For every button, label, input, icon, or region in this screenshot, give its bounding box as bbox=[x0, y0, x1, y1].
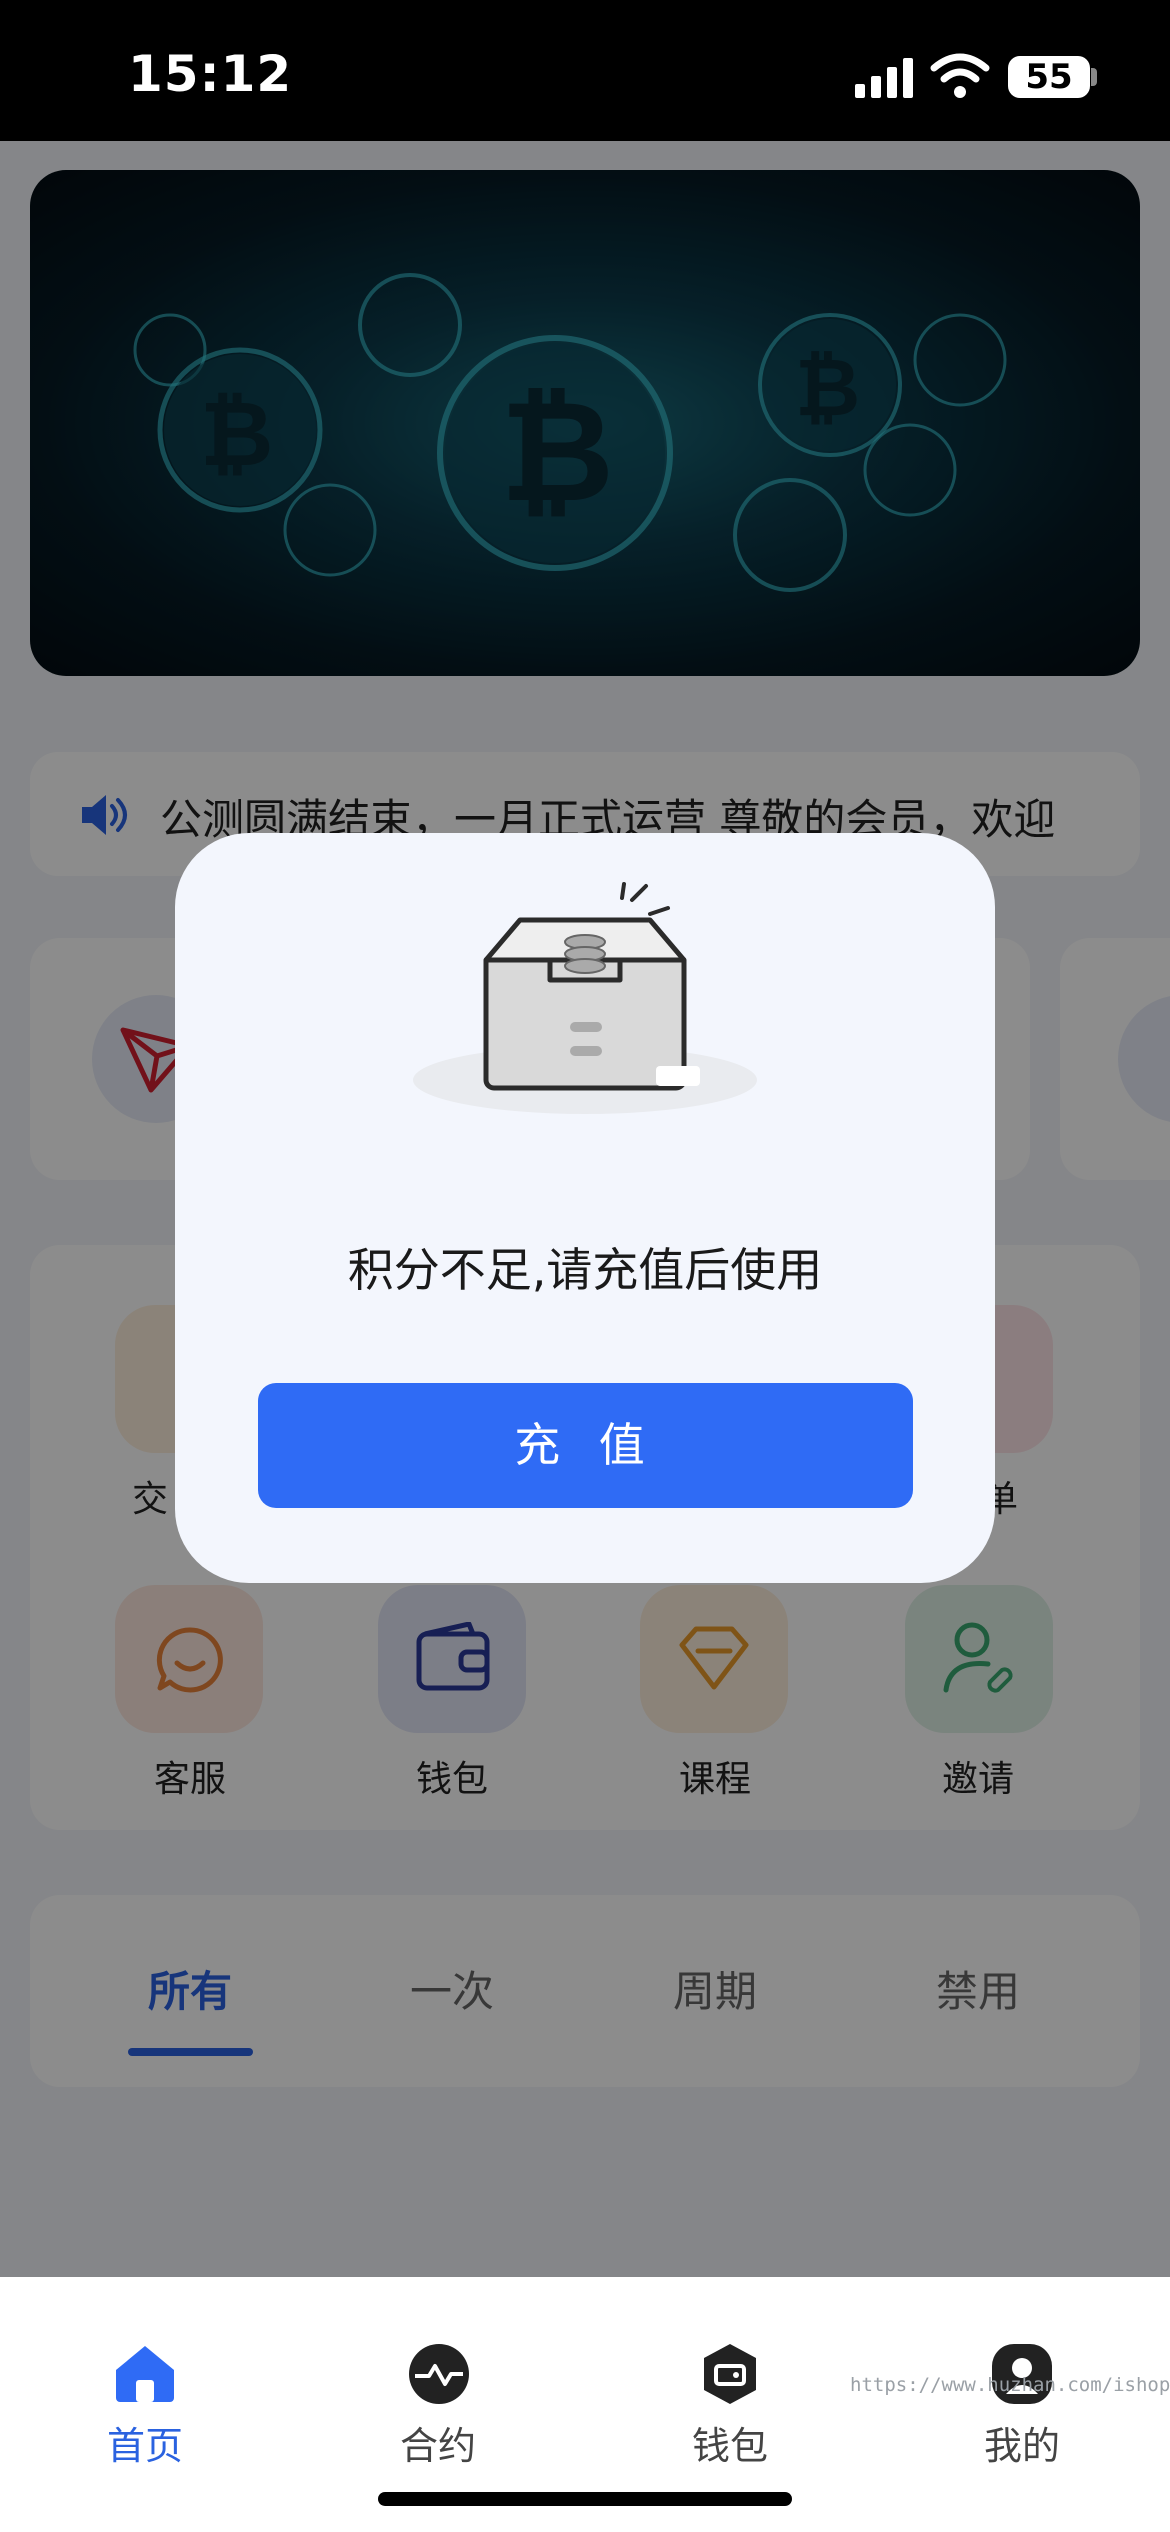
home-icon bbox=[116, 2346, 174, 2402]
recharge-button[interactable]: 充 值 bbox=[258, 1383, 913, 1508]
contract-icon bbox=[409, 2344, 469, 2404]
battery-indicator: 55 bbox=[1008, 56, 1090, 98]
empty-inbox-icon bbox=[413, 882, 757, 1114]
nav-wallet[interactable]: 钱包 bbox=[630, 2415, 830, 2470]
home-indicator bbox=[378, 2492, 792, 2506]
status-time: 15:12 bbox=[128, 45, 293, 103]
nav-contract[interactable]: 合约 bbox=[338, 2415, 538, 2470]
nav-profile[interactable]: 我的 bbox=[922, 2415, 1122, 2470]
wallet-icon bbox=[704, 2344, 756, 2404]
battery-tip bbox=[1091, 68, 1097, 86]
dialog-message: 积分不足,请充值后使用 bbox=[347, 1243, 823, 1297]
cellular-signal-icon bbox=[855, 58, 913, 98]
wifi-icon bbox=[930, 53, 990, 98]
nav-home[interactable]: 首页 bbox=[45, 2415, 245, 2470]
watermark-text: https://www.huzhan.com/ishop45801 bbox=[850, 2374, 1170, 2396]
